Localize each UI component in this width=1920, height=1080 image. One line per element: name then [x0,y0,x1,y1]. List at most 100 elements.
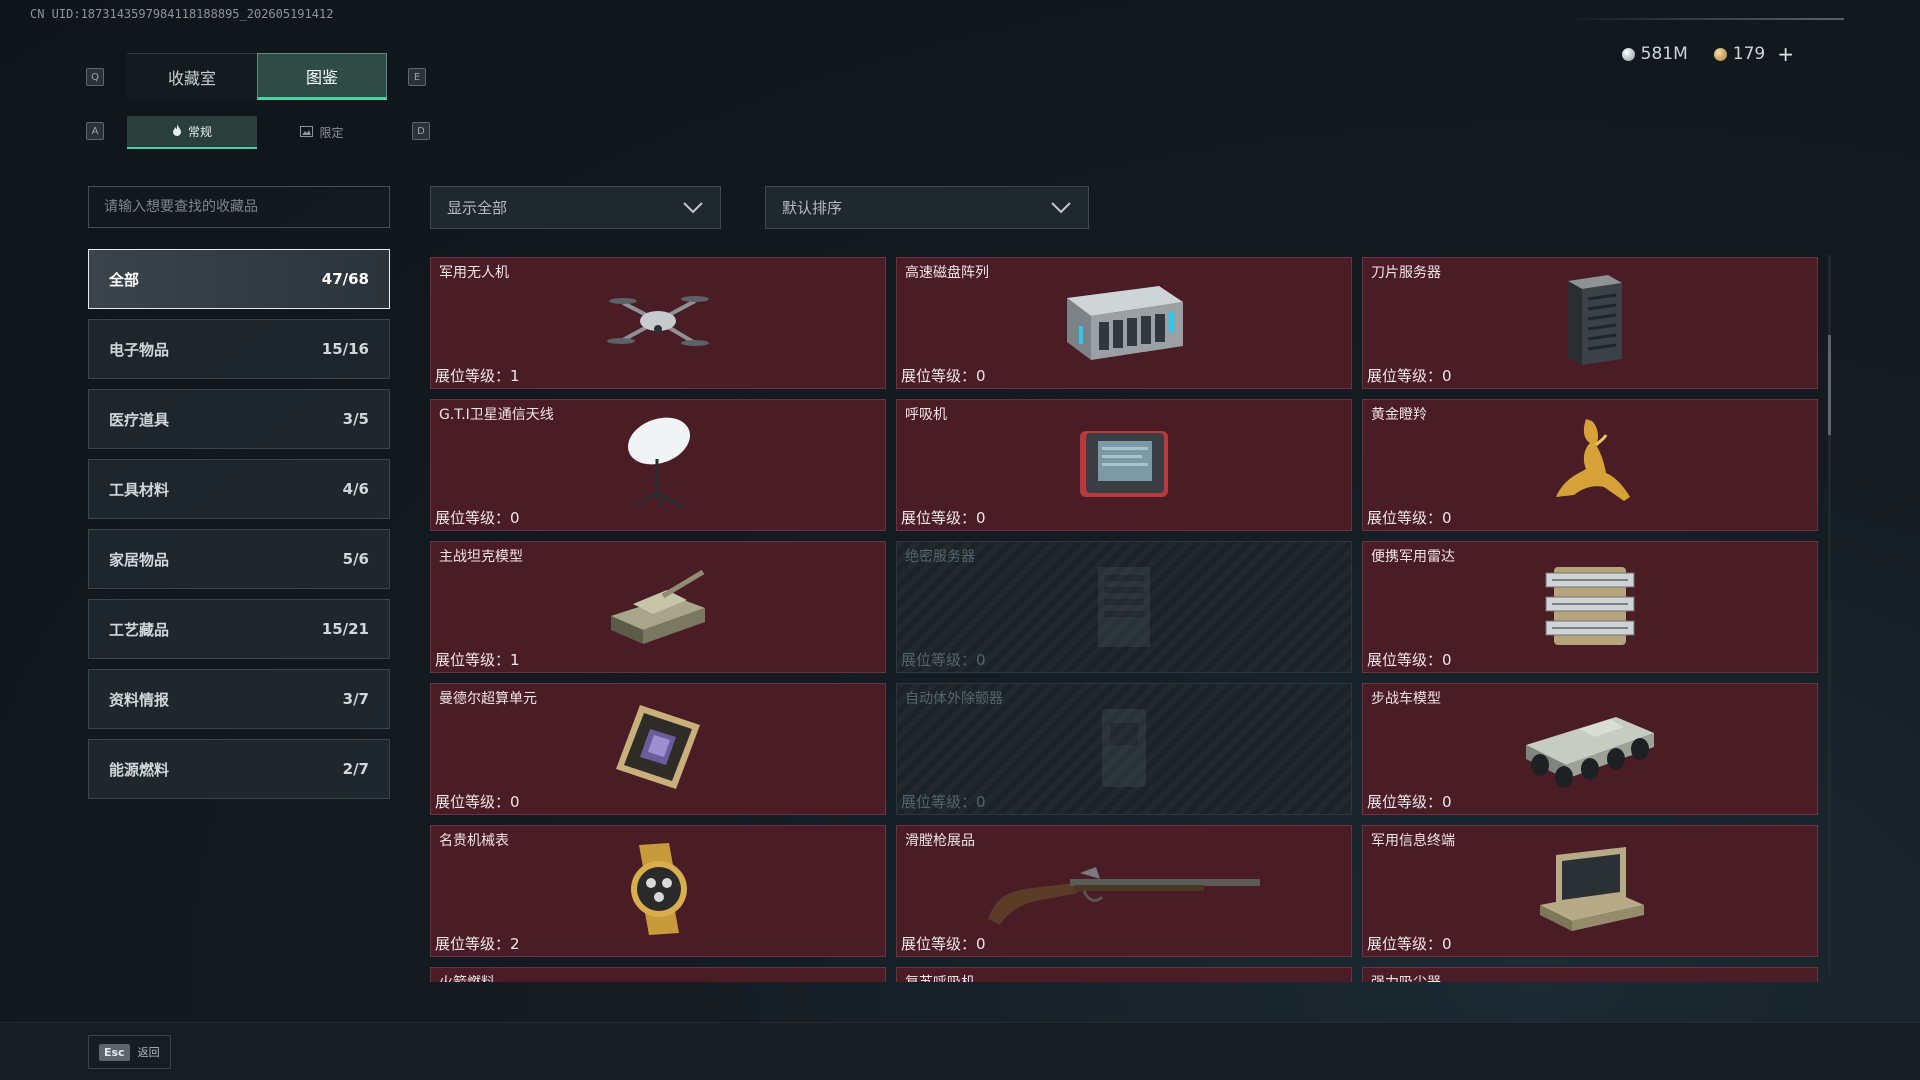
category-count: 4/6 [342,480,369,498]
show-filter-dropdown[interactable]: 显示全部 [430,186,721,229]
item-card-locked[interactable]: 绝密服务器 展位等级：0 [896,541,1352,673]
category-energy[interactable]: 能源燃料 2/7 [88,739,390,799]
key-hint-q: Q [86,68,104,86]
item-level: 展位等级：0 [1367,793,1452,811]
category-label: 全部 [109,270,140,289]
item-name: 黄金瞪羚 [1371,407,1427,423]
watch-icon [613,841,703,941]
item-name: 绝密服务器 [905,549,975,565]
item-card[interactable]: 滑膛枪展品 展位等级：0 [896,825,1352,957]
item-level: 展位等级：0 [901,651,986,669]
category-label: 医疗道具 [109,410,170,429]
item-card[interactable]: 高速磁盘阵列 展位等级：0 [896,257,1352,389]
server-icon [1084,557,1164,657]
item-level: 展位等级：0 [435,793,520,811]
item-name: 主战坦克模型 [439,549,523,565]
category-label: 电子物品 [109,340,170,359]
item-name: 高速磁盘阵列 [905,265,989,281]
item-level: 展位等级：0 [901,793,986,811]
item-card[interactable]: 曼德尔超算单元 展位等级：0 [430,683,886,815]
item-card[interactable]: 火箭燃料 [430,967,886,982]
item-card[interactable]: 黄金瞪羚 展位等级：0 [1362,399,1818,531]
subtab-regular-label: 常规 [187,125,212,139]
item-name: 刀片服务器 [1371,265,1441,281]
category-label: 资料情报 [109,690,170,709]
sub-tabs: 常规 限定 [127,116,387,149]
item-card[interactable]: 军用信息终端 展位等级：0 [1362,825,1818,957]
item-level: 展位等级：1 [435,651,520,669]
top-divider [1564,18,1844,20]
item-name: 军用无人机 [439,265,509,281]
footer-bar [0,1022,1920,1080]
item-name: 名贵机械表 [439,833,509,849]
drone-icon [603,281,713,365]
category-medical[interactable]: 医疗道具 3/5 [88,389,390,449]
add-currency-button[interactable]: + [1777,42,1794,66]
image-icon [300,125,314,140]
category-intel[interactable]: 资料情报 3/7 [88,669,390,729]
key-hint-d: D [412,122,430,140]
item-name: 火箭燃料 [439,972,495,982]
ventilator-icon [1074,423,1174,507]
tab-collection-room[interactable]: 收藏室 [127,53,257,100]
item-card[interactable]: 步战车模型 展位等级：0 [1362,683,1818,815]
gold-coin-icon [1713,47,1727,61]
item-card[interactable]: 呼吸机 展位等级：0 [896,399,1352,531]
item-card[interactable]: 刀片服务器 展位等级：0 [1362,257,1818,389]
item-name: 曼德尔超算单元 [439,691,537,707]
search-input[interactable] [88,186,390,228]
item-name: 自动体外除颤器 [905,691,1003,707]
category-electronics[interactable]: 电子物品 15/16 [88,319,390,379]
esc-key-hint: Esc [99,1043,130,1061]
item-card[interactable]: 名贵机械表 展位等级：2 [430,825,886,957]
item-card[interactable]: 复苏呼吸机 [896,967,1352,982]
subtab-limited[interactable]: 限定 [257,116,387,149]
grid-scrollbar[interactable] [1828,255,1831,975]
show-filter-value: 显示全部 [447,199,508,217]
scrollbar-thumb[interactable] [1828,335,1831,435]
main-tabs: 收藏室 图鉴 [127,53,387,100]
category-count: 3/5 [342,410,369,428]
gold-gazelle-icon [1540,415,1640,515]
category-tools[interactable]: 工具材料 4/6 [88,459,390,519]
item-card-locked[interactable]: 自动体外除颤器 展位等级：0 [896,683,1352,815]
disk-array-icon [1059,276,1189,370]
item-card[interactable]: 主战坦克模型 展位等级：1 [430,541,886,673]
category-household[interactable]: 家居物品 5/6 [88,529,390,589]
ifv-icon [1520,699,1660,799]
item-card[interactable]: 强力吸尘器 [1362,967,1818,982]
flame-icon [172,123,182,140]
item-name: 军用信息终端 [1371,833,1455,849]
subtab-limited-label: 限定 [319,126,344,140]
sort-dropdown[interactable]: 默认排序 [765,186,1089,229]
item-card[interactable]: 军用无人机 展位等级：1 [430,257,886,389]
satellite-dish-icon [613,415,703,515]
collection-grid: 军用无人机 展位等级：1 高速磁盘阵列 展位等级：0 刀片服务器 展位等级：0 … [430,257,1820,982]
item-card[interactable]: 便携军用雷达 展位等级：0 [1362,541,1818,673]
back-label: 返回 [137,1046,160,1059]
category-count: 15/16 [321,340,369,358]
item-name: 便携军用雷达 [1371,549,1455,565]
category-all[interactable]: 全部 47/68 [88,249,390,309]
category-label: 家居物品 [109,550,170,569]
tab-catalog[interactable]: 图鉴 [257,53,387,100]
chevron-down-icon [1050,197,1072,219]
silver-coin-icon [1621,47,1635,61]
defibrillator-icon [1094,699,1154,799]
uid-label: CN UID:1873143597984118188895_2026051914… [30,7,334,21]
category-crafts[interactable]: 工艺藏品 15/21 [88,599,390,659]
musket-icon [984,849,1264,933]
item-name: G.T.I卫星通信天线 [439,407,554,423]
category-count: 15/21 [321,620,369,638]
item-card[interactable]: G.T.I卫星通信天线 展位等级：0 [430,399,886,531]
item-level: 展位等级：0 [901,367,986,385]
key-hint-a: A [86,122,104,140]
back-button[interactable]: Esc 返回 [88,1035,171,1069]
chevron-down-icon [682,197,704,219]
terminal-icon [1530,841,1650,941]
subtab-regular[interactable]: 常规 [127,116,257,149]
gold-amount: 179 [1732,44,1766,64]
item-level: 展位等级：2 [435,935,520,953]
blade-server-icon [1550,273,1630,373]
item-name: 强力吸尘器 [1371,972,1441,982]
